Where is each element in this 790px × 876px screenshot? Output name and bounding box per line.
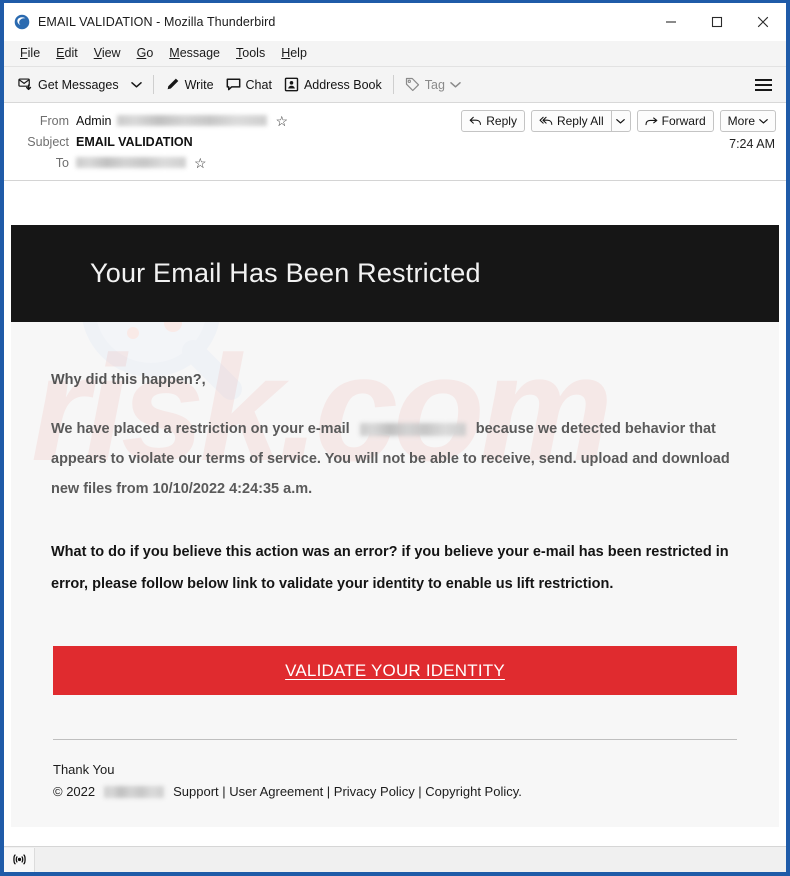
close-icon[interactable] <box>740 3 786 41</box>
email-main-paragraph: We have placed a restriction on your e-m… <box>51 414 739 504</box>
reply-all-arrow-icon <box>539 116 553 127</box>
reply-all-dropdown[interactable] <box>610 110 631 132</box>
email-banner: Your Email Has Been Restricted <box>11 225 779 322</box>
tag-chevron-down-icon <box>450 81 461 89</box>
pencil-icon <box>165 77 180 92</box>
menu-view[interactable]: View <box>86 41 129 66</box>
email-address-redacted <box>359 422 466 436</box>
from-star-icon[interactable]: ☆ <box>275 114 288 128</box>
hamburger-line <box>755 83 772 86</box>
subject-row: Subject EMAIL VALIDATION <box>4 131 776 152</box>
app-menu-button[interactable] <box>747 73 780 97</box>
reply-all-group: Reply All <box>530 110 631 132</box>
reply-label: Reply <box>486 114 517 128</box>
email-footer: Thank You © 2022 Support | User Agreemen… <box>11 739 779 827</box>
rss-broadcast-icon[interactable] <box>4 847 35 872</box>
reply-all-label: Reply All <box>556 114 604 128</box>
to-value[interactable]: ☆ <box>76 156 207 170</box>
write-label: Write <box>184 77 214 92</box>
message-header: From Admin ☆ Subject EMAIL VALIDATION To… <box>4 103 786 181</box>
menu-edit[interactable]: Edit <box>48 41 86 66</box>
email-main-paragraph-part1: We have placed a restriction on your e-m… <box>51 421 350 437</box>
to-address-redacted <box>76 157 186 168</box>
from-label: From <box>39 113 69 128</box>
maximize-icon[interactable] <box>694 3 740 41</box>
toolbar-separator-2 <box>392 75 394 94</box>
cta-container: VALIDATE YOUR IDENTITY <box>11 646 779 695</box>
validate-identity-button[interactable]: VALIDATE YOUR IDENTITY <box>53 646 737 695</box>
email-content: risk.com Your Email Has Been Restricted … <box>11 225 779 827</box>
menu-go[interactable]: Go <box>129 41 162 66</box>
address-book-label: Address Book <box>303 77 382 92</box>
chat-button[interactable]: Chat <box>220 74 278 95</box>
get-messages-button[interactable]: Get Messages <box>12 74 125 95</box>
chat-label: Chat <box>245 77 272 92</box>
email-strong-paragraph: What to do if you believe this action wa… <box>51 544 729 592</box>
email-banner-title: Your Email Has Been Restricted <box>90 258 481 288</box>
more-label: More <box>727 114 755 128</box>
from-display-name: Admin <box>76 113 112 128</box>
footer-links[interactable]: Support | User Agreement | Privacy Polic… <box>173 784 522 799</box>
status-bar <box>4 846 786 872</box>
more-chevron-down-icon <box>759 118 768 125</box>
address-book-button[interactable]: Address Book <box>278 74 388 95</box>
forward-label: Forward <box>661 114 706 128</box>
title-bar: EMAIL VALIDATION - Mozilla Thunderbird <box>4 3 786 41</box>
message-actions: Reply Reply All Forward More <box>455 110 776 132</box>
main-toolbar: Get Messages Write Chat Address Book Tag <box>4 67 786 103</box>
reply-all-button[interactable]: Reply All <box>530 110 611 132</box>
reply-button[interactable]: Reply <box>461 110 525 132</box>
download-mail-icon <box>18 77 33 92</box>
thunderbird-window: EMAIL VALIDATION - Mozilla Thunderbird F… <box>0 0 790 876</box>
address-book-icon <box>284 77 299 92</box>
get-messages-label: Get Messages <box>38 77 119 92</box>
menu-help[interactable]: Help <box>273 41 315 66</box>
toolbar-separator-1 <box>152 75 154 94</box>
footer-brand-redacted <box>104 785 165 798</box>
to-star-icon[interactable]: ☆ <box>194 156 207 170</box>
tag-button[interactable]: Tag <box>399 74 467 95</box>
window-controls <box>648 3 786 41</box>
message-body-pane[interactable]: risk.com Your Email Has Been Restricted … <box>4 181 786 846</box>
reply-arrow-icon <box>469 116 482 127</box>
more-button[interactable]: More <box>719 110 776 132</box>
footer-copyright-line: © 2022 Support | User Agreement | Privac… <box>53 784 737 799</box>
get-messages-dropdown[interactable] <box>125 77 148 93</box>
footer-divider <box>53 739 737 740</box>
message-time: 7:24 AM <box>729 137 775 151</box>
window-title: EMAIL VALIDATION - Mozilla Thunderbird <box>38 15 276 29</box>
tag-label: Tag <box>424 77 445 92</box>
menu-tools[interactable]: Tools <box>228 41 273 66</box>
forward-button[interactable]: Forward <box>636 110 714 132</box>
subject-value: EMAIL VALIDATION <box>76 134 193 149</box>
tag-icon <box>405 77 420 92</box>
thunderbird-icon <box>14 14 30 30</box>
hamburger-line <box>755 78 772 81</box>
hamburger-line <box>755 88 772 91</box>
to-row: To ☆ <box>4 152 776 173</box>
menu-message[interactable]: Message <box>161 41 228 66</box>
subject-label: Subject <box>27 134 69 149</box>
from-address-redacted <box>117 115 268 126</box>
chat-bubble-icon <box>226 77 241 92</box>
forward-arrow-icon <box>645 116 658 127</box>
to-label: To <box>55 155 69 170</box>
minimize-icon[interactable] <box>648 3 694 41</box>
menu-file[interactable]: File <box>12 41 48 66</box>
write-button[interactable]: Write <box>159 74 220 95</box>
footer-thanks: Thank You <box>53 762 115 777</box>
email-lead-text: Why did this happen?, <box>51 372 206 388</box>
menu-bar: File Edit View Go Message Tools Help <box>4 41 786 67</box>
email-body: Why did this happen?, We have placed a r… <box>11 322 779 600</box>
from-value[interactable]: Admin ☆ <box>76 114 288 128</box>
footer-copyright: © 2022 <box>53 784 96 799</box>
